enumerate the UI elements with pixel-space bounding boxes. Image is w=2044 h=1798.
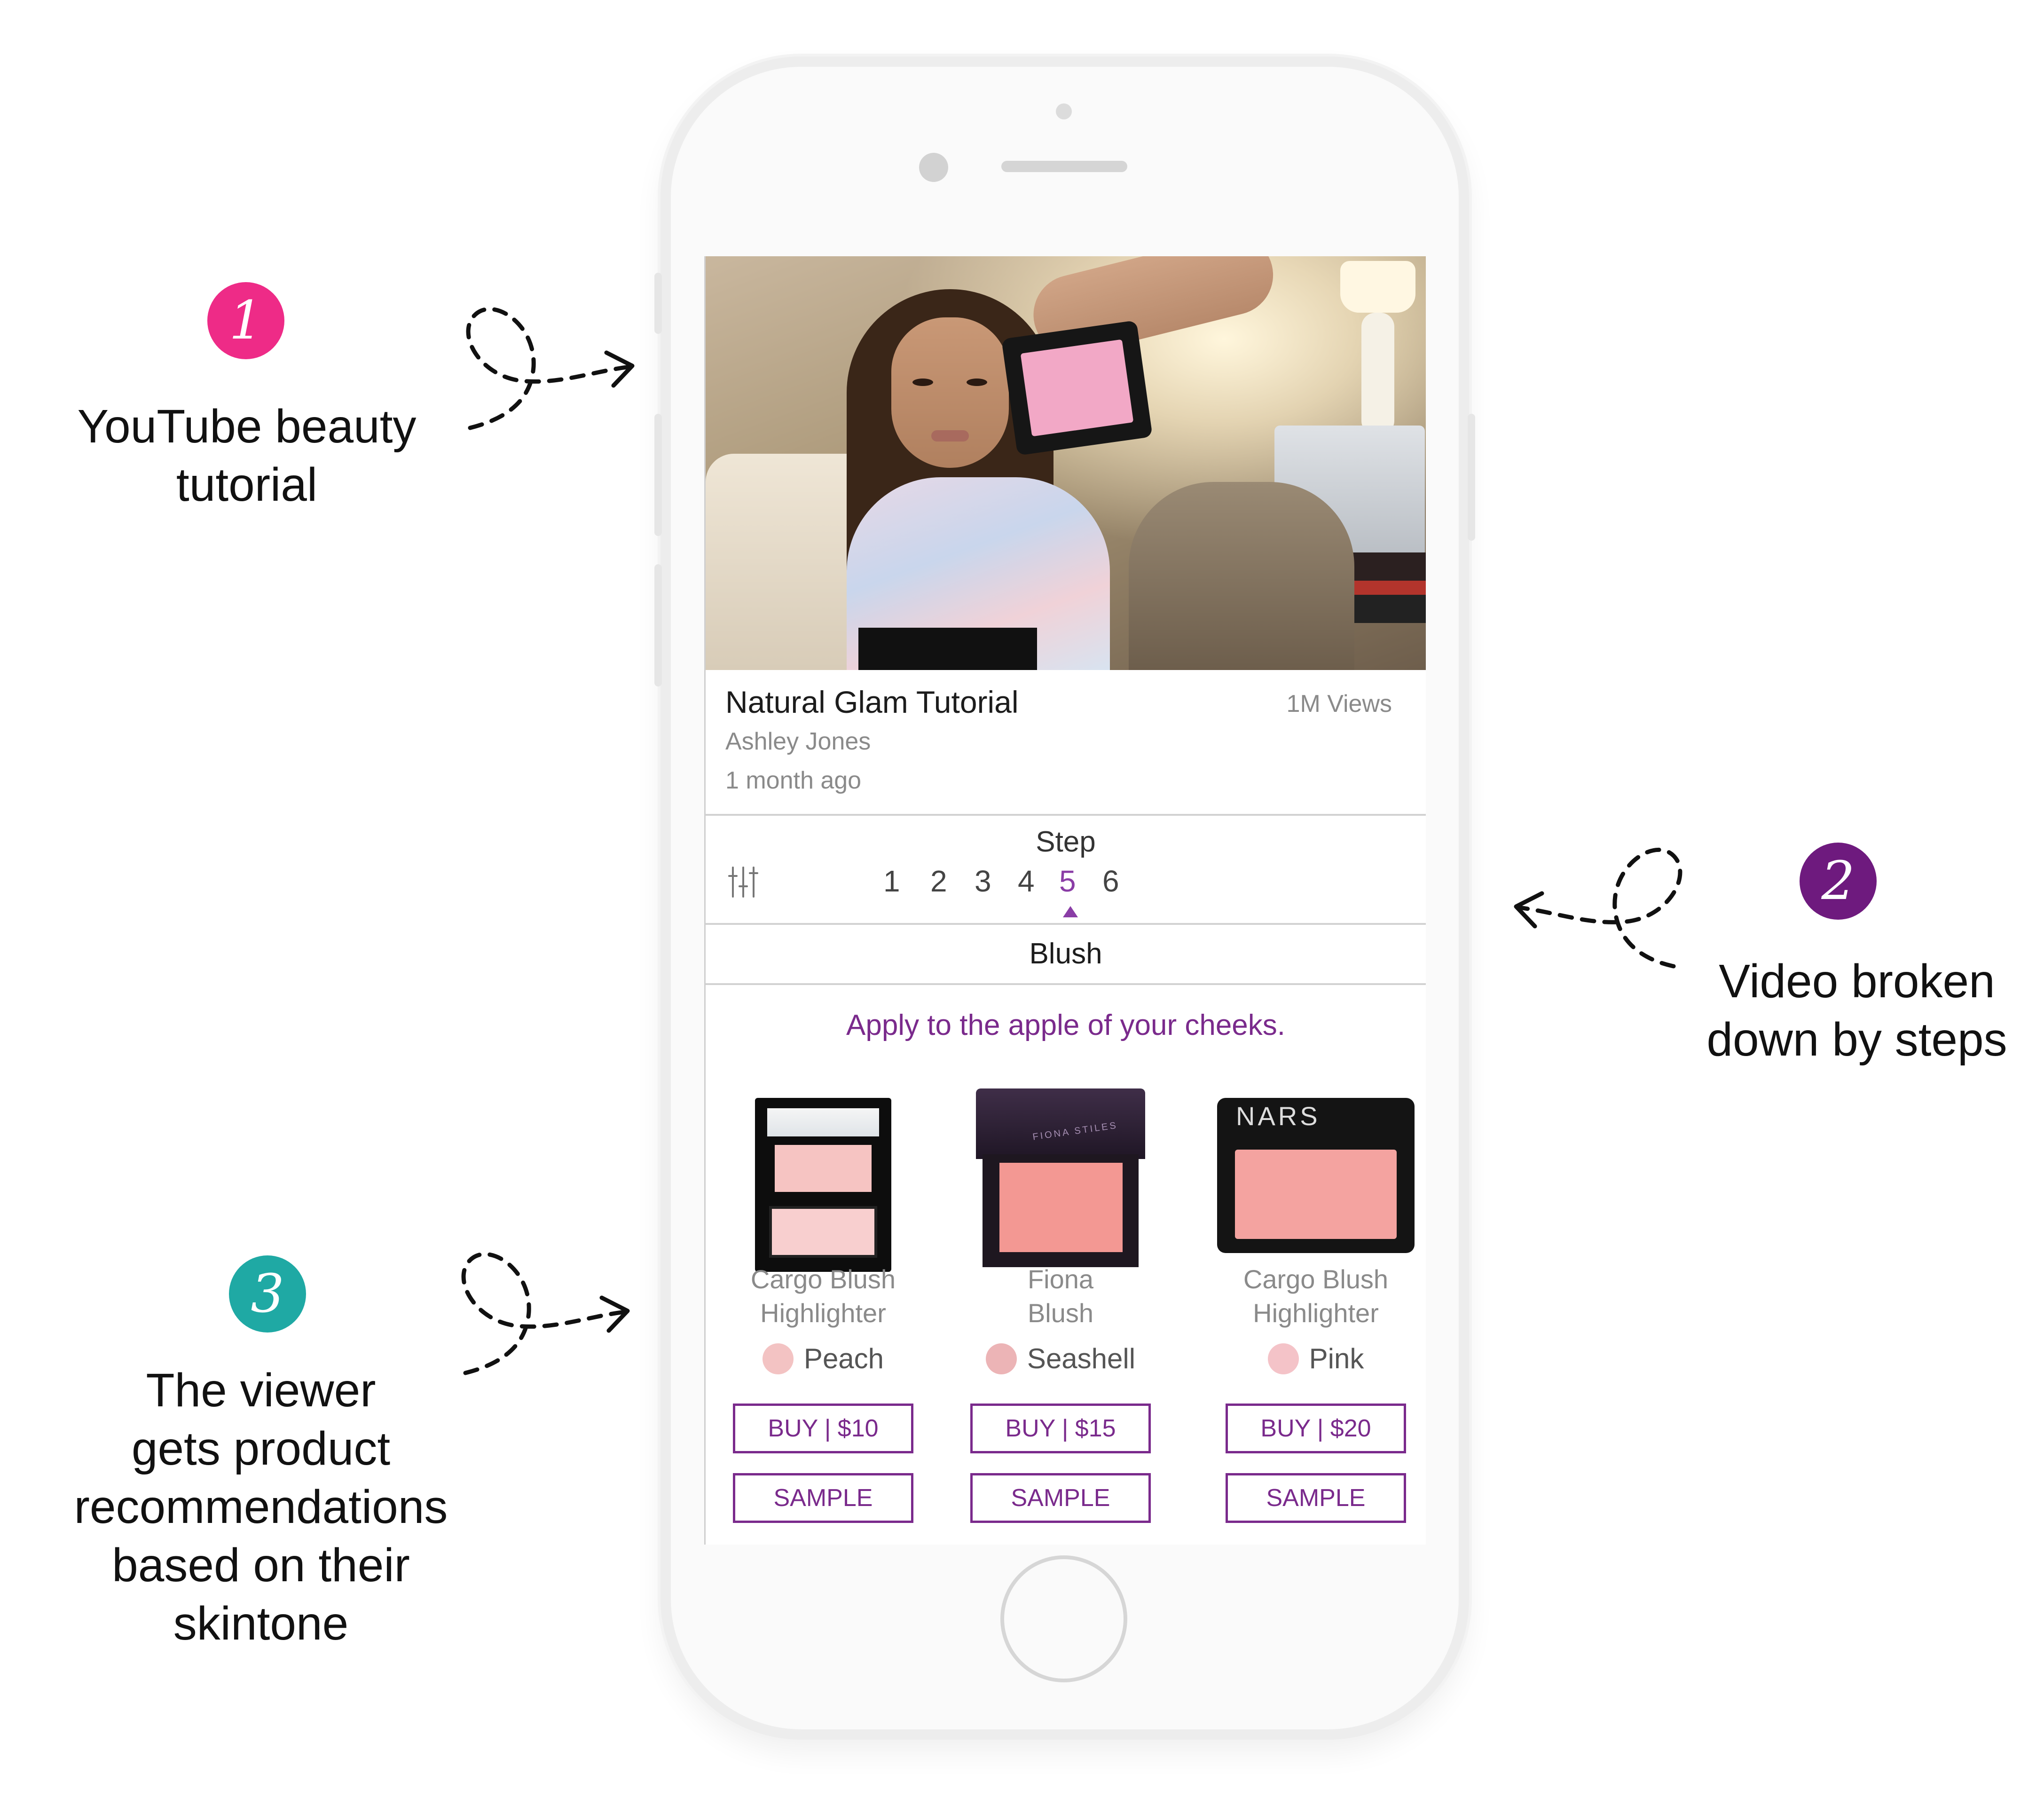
callout-3-line-2: gets product xyxy=(131,1422,391,1475)
callout-1-line-2: tutorial xyxy=(176,458,318,511)
power-button xyxy=(1468,414,1475,541)
product-brand-logo: NARS xyxy=(1236,1101,1321,1131)
callout-3-line-3: recommendations xyxy=(74,1481,448,1533)
proximity-sensor xyxy=(1056,103,1072,119)
shade-label: Seashell xyxy=(1027,1343,1136,1374)
step-instruction: Apply to the apple of your cheeks. xyxy=(846,1009,1286,1041)
callout-3-number: 3 xyxy=(251,1263,284,1325)
buy-button[interactable]: BUY | $20 xyxy=(1226,1404,1406,1453)
dashed-arrow-icon xyxy=(1514,848,1682,969)
video-frame-eye xyxy=(967,379,987,386)
callout-1-badge: 1 xyxy=(207,282,284,359)
product-name: Cargo Blush Highlighter xyxy=(750,1264,896,1328)
step-2[interactable]: 2 xyxy=(930,864,947,899)
shade-label: Pink xyxy=(1309,1343,1364,1374)
channel-name[interactable]: Ashley Jones xyxy=(725,727,871,756)
shade-dot xyxy=(762,1343,794,1374)
product-name: Cargo Blush Highlighter xyxy=(1243,1264,1389,1328)
callout-1-line-1: YouTube beauty xyxy=(77,400,417,453)
callout-3-badge: 3 xyxy=(229,1255,306,1333)
video-frame-lips xyxy=(931,430,969,442)
mute-switch xyxy=(654,273,662,334)
view-count: 1M Views xyxy=(1286,690,1392,718)
video-frame-lamp-base xyxy=(1361,313,1394,435)
video-frame-bag xyxy=(858,628,1037,670)
sample-button[interactable]: SAMPLE xyxy=(1226,1473,1406,1523)
step-4[interactable]: 4 xyxy=(1018,864,1035,899)
callout-2-badge: 2 xyxy=(1800,843,1877,920)
shade-swatch: Pink xyxy=(1198,1342,1426,1375)
step-6[interactable]: 6 xyxy=(1102,864,1119,899)
callout-1-text: YouTube beauty tutorial xyxy=(56,397,437,514)
volume-down-button xyxy=(654,564,662,686)
shade-label: Peach xyxy=(803,1343,884,1374)
buy-button[interactable]: BUY | $10 xyxy=(733,1404,913,1453)
section-title: Blush xyxy=(1029,938,1102,970)
callout-3-line-5: skintone xyxy=(173,1597,349,1650)
step-1[interactable]: 1 xyxy=(883,864,900,899)
dashed-arrow-icon xyxy=(466,307,635,430)
shade-dot xyxy=(1267,1343,1299,1374)
app-screen: Natural Glam Tutorial Ashley Jones 1 mon… xyxy=(704,256,1426,1545)
callout-3-line-4: based on their xyxy=(112,1539,410,1592)
home-button[interactable] xyxy=(1000,1555,1127,1682)
volume-up-button xyxy=(654,414,662,536)
shade-dot xyxy=(985,1343,1017,1374)
sliders-icon[interactable] xyxy=(728,866,758,899)
callout-3-text: The viewer gets product recommendations … xyxy=(61,1361,461,1653)
step-navigator: Step 1 2 3 4 5 6 xyxy=(706,816,1426,925)
video-title[interactable]: Natural Glam Tutorial xyxy=(725,684,1019,720)
earpiece-speaker xyxy=(1001,161,1127,172)
step-3[interactable]: 3 xyxy=(975,864,991,899)
video-frame-eye xyxy=(912,379,933,386)
product-image[interactable] xyxy=(755,1098,891,1272)
video-info: Natural Glam Tutorial Ashley Jones 1 mon… xyxy=(706,670,1426,816)
callout-2-line-1: Video broken xyxy=(1719,955,1995,1008)
video-frame-chair xyxy=(1129,482,1354,670)
callout-3-line-1: The viewer xyxy=(146,1364,376,1417)
product-name: Fiona Blush xyxy=(1027,1264,1094,1328)
front-camera xyxy=(919,153,948,182)
callout-2-number: 2 xyxy=(1821,851,1855,912)
sample-button[interactable]: SAMPLE xyxy=(970,1473,1151,1523)
shade-swatch: Peach xyxy=(706,1342,941,1375)
product-card: NARS Cargo Blush Highlighter Pink BUY | … xyxy=(1198,1074,1426,1545)
video-player[interactable] xyxy=(706,256,1426,670)
step-section-header: Blush xyxy=(706,925,1426,985)
step-label: Step xyxy=(1036,826,1096,858)
product-card: FIONA STILES Fiona Blush Seashell BUY | … xyxy=(943,1074,1178,1545)
video-frame-blush-compact xyxy=(1001,320,1153,456)
video-frame-lamp xyxy=(1340,261,1415,313)
callout-2-text: Video broken down by steps xyxy=(1674,952,2040,1069)
shade-swatch: Seashell xyxy=(943,1342,1178,1375)
posted-time: 1 month ago xyxy=(725,767,862,794)
callout-1-number: 1 xyxy=(229,290,263,351)
active-step-indicator xyxy=(1063,906,1078,917)
product-image[interactable]: FIONA STILES xyxy=(976,1088,1145,1267)
buy-button[interactable]: BUY | $15 xyxy=(970,1404,1151,1453)
sample-button[interactable]: SAMPLE xyxy=(733,1473,913,1523)
callout-2-line-2: down by steps xyxy=(1706,1013,2007,1066)
dashed-arrow-icon xyxy=(461,1252,630,1375)
video-frame-presenter-face xyxy=(891,317,1009,468)
product-image[interactable]: NARS xyxy=(1217,1098,1415,1253)
product-card: Cargo Blush Highlighter Peach BUY | $10 … xyxy=(706,1074,941,1545)
step-5-active[interactable]: 5 xyxy=(1059,864,1076,899)
